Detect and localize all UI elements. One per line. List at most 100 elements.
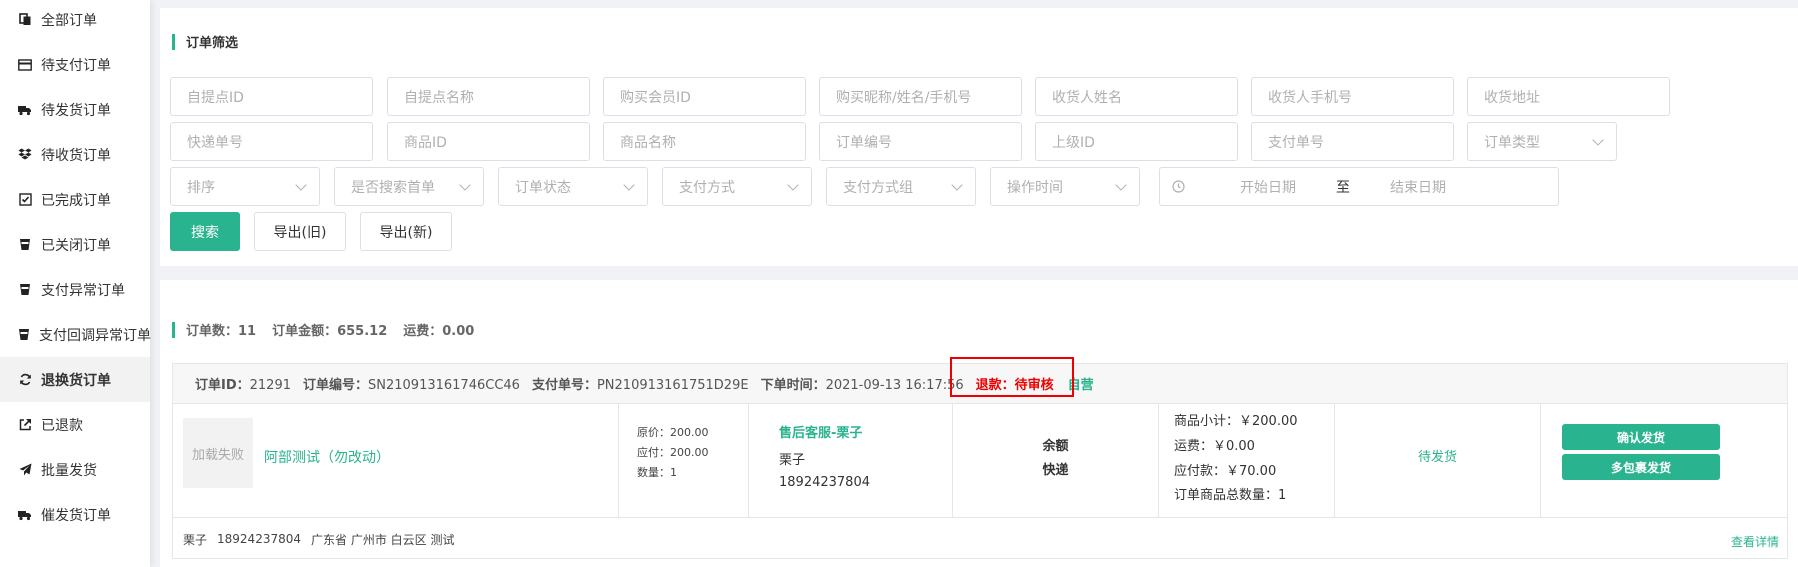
- ship-method: 快递: [1042, 463, 1069, 478]
- sidebar-item-label: 批量发货: [41, 462, 97, 479]
- customer-name: 栗子: [779, 453, 806, 468]
- sidebar-item-label: 已退款: [41, 417, 83, 434]
- pay-method-select[interactable]: 支付方式: [662, 167, 812, 206]
- filter-title: 订单筛选: [172, 32, 238, 51]
- receiver-phone: 18924237804: [217, 532, 301, 546]
- dropbox-icon: [18, 148, 32, 162]
- orders-panel: 订单数：11 订单金额：655.12 运费：0.00 订单ID：21291 订单…: [160, 280, 1798, 567]
- buyer-cell: 售后客服-栗子 栗子 18924237804: [749, 404, 953, 518]
- first-order-select[interactable]: 是否搜索首单: [334, 167, 484, 206]
- pay-no: PN210913161751D29E: [596, 378, 749, 393]
- payment-cell: 余额 快递: [953, 404, 1159, 518]
- parent-id-input[interactable]: 上级ID: [1035, 122, 1238, 161]
- order-type-select[interactable]: 订单类型: [1467, 122, 1617, 161]
- pay-no-label: 支付单号：: [531, 378, 597, 393]
- order-time-label: 下单时间：: [760, 378, 826, 393]
- date-range-picker[interactable]: 开始日期 至 结束日期: [1159, 167, 1559, 206]
- order-no-input[interactable]: 订单编号: [819, 122, 1022, 161]
- sidebar-item-urge-ship[interactable]: 催发货订单: [0, 492, 150, 537]
- order-no: SN210913161746CC46: [368, 378, 520, 393]
- share-square-icon: [18, 418, 32, 432]
- copy-icon: [18, 13, 32, 27]
- sidebar-item-batch-ship[interactable]: 批量发货: [0, 447, 150, 492]
- sidebar-item-refunded[interactable]: 已退款: [0, 402, 150, 447]
- sidebar-item-label: 待收货订单: [41, 147, 111, 164]
- buyer-search-input[interactable]: 购买昵称/姓名/手机号: [819, 77, 1022, 116]
- pay-no-input[interactable]: 支付单号: [1251, 122, 1454, 161]
- sidebar-item-completed[interactable]: 已完成订单: [0, 177, 150, 222]
- sidebar-item-label: 待支付订单: [41, 57, 111, 74]
- sidebar-item-label: 支付异常订单: [41, 282, 125, 299]
- member-id-input[interactable]: 购买会员ID: [603, 77, 806, 116]
- sidebar-item-all-orders[interactable]: 全部订单: [0, 0, 150, 42]
- express-no-input[interactable]: 快递单号: [170, 122, 373, 161]
- sidebar-item-pending-shipment[interactable]: 待发货订单: [0, 87, 150, 132]
- filter-panel: 订单筛选 自提点ID 自提点名称 购买会员ID 购买昵称/姓名/手机号 收货人姓…: [160, 8, 1798, 266]
- check-square-icon: [18, 193, 32, 207]
- pay-method: 余额: [1042, 439, 1069, 454]
- receiver-address-input[interactable]: 收货地址: [1467, 77, 1670, 116]
- goods-name-link[interactable]: 阿部测试（勿改动）: [264, 447, 390, 467]
- order-summary: 订单数：11 订单金额：655.12 运费：0.00: [172, 320, 490, 339]
- truck-icon: [18, 508, 32, 522]
- goods-subtotal: 商品小计：￥200.00: [1174, 414, 1298, 429]
- sidebar: 全部订单 待支付订单 待发货订单 待收货订单 已完成订单 已关闭订单 支付异常订…: [0, 0, 151, 567]
- sidebar-item-label: 全部订单: [41, 12, 97, 29]
- confirm-ship-button[interactable]: 确认发货: [1562, 424, 1720, 450]
- order-count: 订单数：11: [186, 324, 257, 339]
- sidebar-item-label: 待发货订单: [41, 102, 111, 119]
- sidebar-item-pending-receipt[interactable]: 待收货订单: [0, 132, 150, 177]
- original-price: 原价：200.00: [637, 426, 709, 439]
- total-quantity: 订单商品总数量：1: [1174, 488, 1287, 503]
- status-cell: 待发货: [1335, 404, 1541, 518]
- amount-cell: 商品小计：￥200.00 运费：￥0.00 应付款：￥70.00 订单商品总数量…: [1159, 404, 1335, 518]
- view-detail-link[interactable]: 查看详情: [1731, 533, 1779, 550]
- search-button[interactable]: 搜索: [170, 212, 240, 251]
- customer-phone: 18924237804: [779, 475, 870, 490]
- sidebar-item-label: 已关闭订单: [41, 237, 111, 254]
- receiver-name-input[interactable]: 收货人姓名: [1035, 77, 1238, 116]
- export-new-button[interactable]: 导出(新): [360, 212, 452, 251]
- receiver-address: 广东省 广州市 白云区 测试: [311, 532, 455, 547]
- sidebar-item-label: 退换货订单: [41, 372, 111, 389]
- order-freight: 运费：0.00: [403, 324, 475, 339]
- payable-amount: 应付款：￥70.00: [1174, 464, 1277, 479]
- receiver-phone-input[interactable]: 收货人手机号: [1251, 77, 1454, 116]
- order-status: 待发货: [1417, 450, 1457, 465]
- goods-id-input[interactable]: 商品ID: [387, 122, 590, 161]
- pickup-id-input[interactable]: 自提点ID: [170, 77, 373, 116]
- order-status-select[interactable]: 订单状态: [498, 167, 648, 206]
- multi-package-ship-button[interactable]: 多包裹发货: [1562, 454, 1720, 480]
- order-id-label: 订单ID：: [195, 378, 250, 393]
- pickup-name-input[interactable]: 自提点名称: [387, 77, 590, 116]
- sidebar-item-pending-payment[interactable]: 待支付订单: [0, 42, 150, 87]
- cup-icon: [18, 283, 32, 297]
- service-name[interactable]: 售后客服-栗子: [779, 422, 862, 441]
- credit-card-icon: [18, 58, 32, 72]
- freight-amount: 运费：￥0.00: [1174, 439, 1255, 454]
- end-date-input[interactable]: 结束日期: [1363, 177, 1473, 197]
- order-no-label: 订单编号：: [303, 378, 369, 393]
- pay-group-select[interactable]: 支付方式组: [826, 167, 976, 206]
- sidebar-item-returns[interactable]: 退换货订单: [0, 357, 150, 402]
- order-body: 加载失败 阿部测试（勿改动） 原价：200.00 应付：200.00 数量：1 …: [173, 404, 1787, 518]
- due-price: 应付：200.00: [637, 446, 709, 459]
- sidebar-item-closed[interactable]: 已关闭订单: [0, 222, 150, 267]
- sidebar-item-label: 催发货订单: [41, 507, 111, 524]
- action-cell: 确认发货 多包裹发货: [1541, 404, 1787, 518]
- sidebar-item-callback-exception[interactable]: 支付回调异常订单: [0, 312, 151, 357]
- order-id: 21291: [249, 378, 291, 393]
- cup-icon: [18, 238, 32, 252]
- clock-icon: [1172, 180, 1185, 193]
- export-old-button[interactable]: 导出(旧): [254, 212, 346, 251]
- start-date-input[interactable]: 开始日期: [1213, 177, 1323, 197]
- goods-thumbnail: 加载失败: [183, 418, 253, 488]
- sidebar-item-payment-exception[interactable]: 支付异常订单: [0, 267, 150, 312]
- goods-name-input[interactable]: 商品名称: [603, 122, 806, 161]
- goods-cell: 加载失败 阿部测试（勿改动）: [173, 404, 619, 518]
- refresh-icon: [18, 373, 32, 387]
- order-amount: 订单金额：655.12: [272, 324, 388, 339]
- sort-select[interactable]: 排序: [170, 167, 320, 206]
- operate-time-select[interactable]: 操作时间: [990, 167, 1140, 206]
- quantity: 数量：1: [637, 466, 677, 479]
